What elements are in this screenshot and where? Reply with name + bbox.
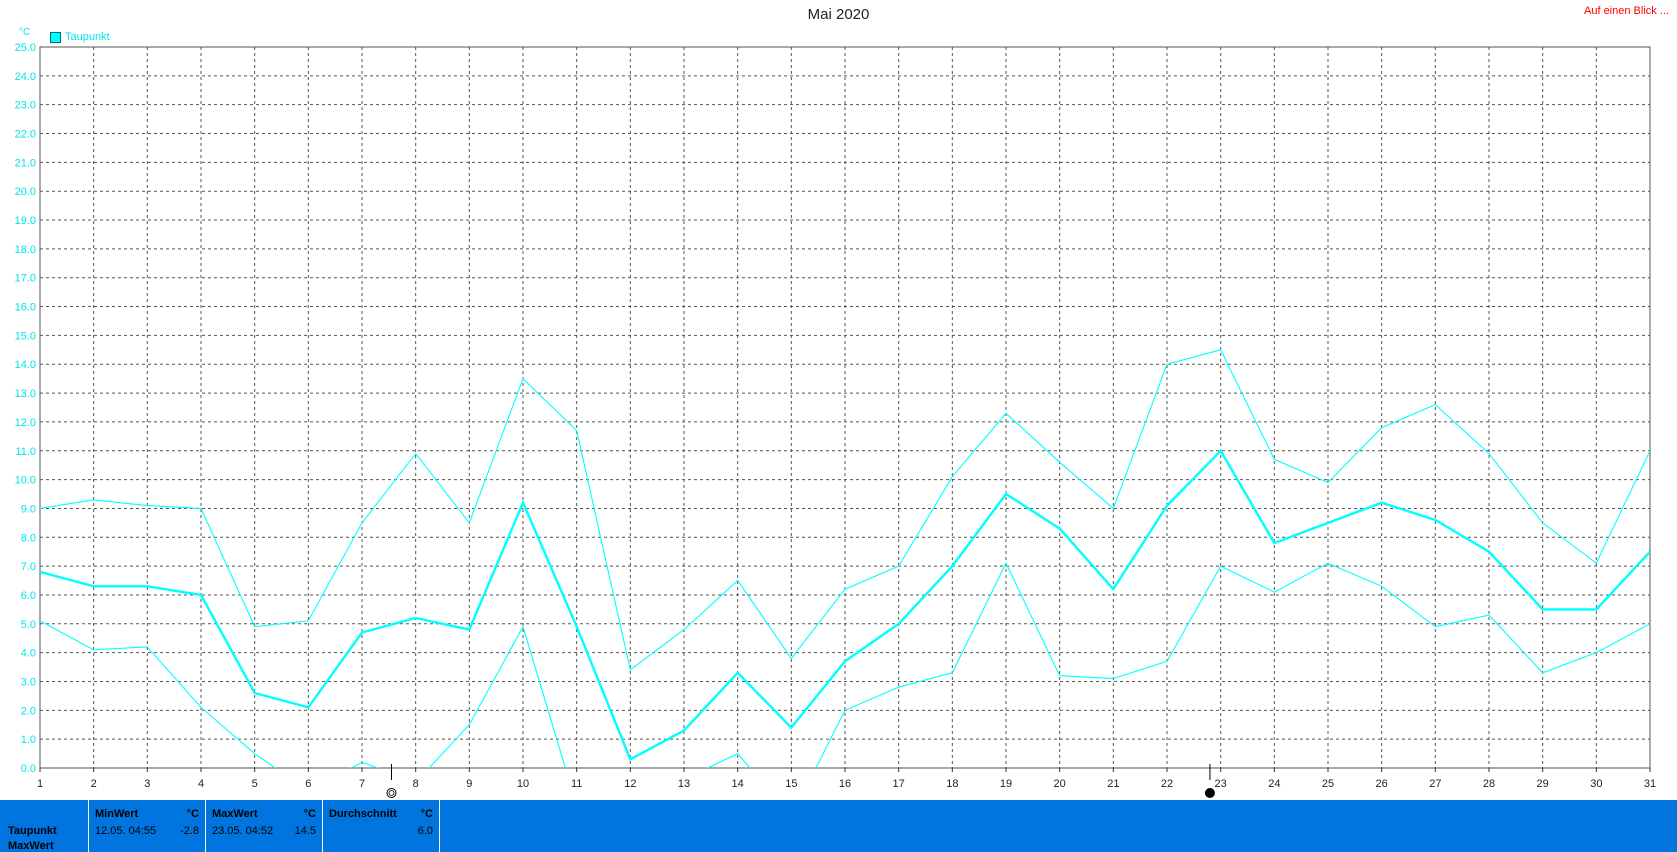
- overview-link[interactable]: Auf einen Blick ...: [1584, 5, 1669, 17]
- x-tick-label: 5: [252, 778, 258, 790]
- x-tick-label: 30: [1590, 778, 1602, 790]
- x-tick-label: 27: [1429, 778, 1441, 790]
- chart-legend[interactable]: Taupunkt: [50, 31, 110, 43]
- avg-value: 6.0: [417, 825, 433, 837]
- avg-header: Durchschnitt: [329, 808, 397, 820]
- average-box: Durchschnitt °C 6.0: [322, 800, 440, 852]
- summary-panel: Taupunkt MaxWert MinWert °C 12.05. 04:55…: [0, 800, 1677, 852]
- y-tick-label: 15.0: [15, 330, 36, 342]
- new-moon-icon: [1204, 788, 1215, 798]
- y-tick-label: 3.0: [21, 676, 36, 688]
- x-tick-label: 24: [1268, 778, 1280, 790]
- y-tick-label: 22.0: [15, 129, 36, 141]
- y-tick-label: 10.0: [15, 475, 36, 487]
- y-tick-label: 13.0: [15, 388, 36, 400]
- y-tick-label: 5.0: [21, 619, 36, 631]
- min-date: 12.05. 04:55: [95, 825, 157, 837]
- y-tick-label: 17.0: [15, 273, 36, 285]
- y-tick-label: 21.0: [15, 157, 36, 169]
- x-tick-label: 29: [1537, 778, 1549, 790]
- x-tick-label: 12: [624, 778, 636, 790]
- y-tick-label: 23.0: [15, 100, 36, 112]
- first-quarter-moon-icon: [386, 788, 397, 798]
- legend-label: Taupunkt: [65, 31, 110, 43]
- y-tick-label: 11.0: [15, 446, 36, 458]
- summary-row-label: MaxWert: [8, 840, 54, 852]
- min-value: -2.8: [180, 825, 199, 837]
- x-tick-label: 9: [466, 778, 472, 790]
- y-tick-label: 25.0: [15, 42, 36, 54]
- max-header: MaxWert: [212, 808, 258, 820]
- x-tick-label: 1: [37, 778, 43, 790]
- x-tick-label: 3: [144, 778, 150, 790]
- x-tick-label: 11: [571, 778, 582, 790]
- x-tick-label: 18: [946, 778, 958, 790]
- x-tick-label: 14: [732, 778, 744, 790]
- y-tick-label: 16.0: [15, 302, 36, 314]
- y-tick-label: 19.0: [15, 215, 36, 227]
- y-tick-label: 4.0: [21, 648, 36, 660]
- x-tick-label: 8: [413, 778, 419, 790]
- y-axis-unit: °C: [19, 27, 31, 38]
- max-date: 23.05. 04:52: [212, 825, 274, 837]
- legend-swatch: [50, 31, 61, 43]
- min-header: MinWert: [95, 808, 139, 820]
- min-unit: °C: [186, 808, 199, 820]
- x-tick-label: 20: [1054, 778, 1066, 790]
- x-tick-label: 15: [785, 778, 797, 790]
- x-tick-label: 25: [1322, 778, 1334, 790]
- avg-unit: °C: [420, 808, 433, 820]
- y-tick-label: 0.0: [21, 763, 36, 775]
- x-tick-label: 31: [1644, 778, 1656, 790]
- dew-point-chart: 0.01.02.03.04.05.06.07.08.09.010.011.012…: [15, 42, 1656, 798]
- max-value: 14.5: [294, 825, 316, 837]
- y-tick-label: 14.0: [15, 359, 36, 371]
- x-tick-label: 13: [678, 778, 690, 790]
- x-tick-label: 4: [198, 778, 204, 790]
- x-tick-label: 21: [1107, 778, 1119, 790]
- x-tick-label: 22: [1161, 778, 1173, 790]
- x-tick-label: 26: [1376, 778, 1388, 790]
- x-tick-label: 2: [91, 778, 97, 790]
- x-tick-label: 10: [517, 778, 529, 790]
- y-tick-label: 8.0: [21, 532, 36, 544]
- y-tick-label: 6.0: [21, 590, 36, 602]
- x-tick-label: 28: [1483, 778, 1495, 790]
- x-tick-label: 6: [305, 778, 311, 790]
- y-tick-label: 9.0: [21, 503, 36, 515]
- y-tick-label: 12.0: [15, 417, 36, 429]
- y-tick-label: 7.0: [21, 561, 36, 573]
- y-tick-label: 2.0: [21, 705, 36, 717]
- x-tick-label: 17: [893, 778, 905, 790]
- x-tick-label: 19: [1000, 778, 1012, 790]
- moon-phase-markers: [386, 764, 1215, 798]
- max-unit: °C: [303, 808, 316, 820]
- min-value-box: MinWert °C 12.05. 04:55 -2.8: [88, 800, 206, 852]
- x-tick-label: 23: [1215, 778, 1227, 790]
- summary-row-label: Taupunkt: [8, 825, 57, 837]
- y-tick-label: 1.0: [21, 734, 36, 746]
- chart-title: Mai 2020: [807, 6, 870, 23]
- max-value-box: MaxWert °C 23.05. 04:52 14.5: [205, 800, 323, 852]
- y-tick-label: 24.0: [15, 71, 36, 83]
- y-tick-label: 18.0: [15, 244, 36, 256]
- x-tick-label: 7: [359, 778, 365, 790]
- y-tick-label: 20.0: [15, 186, 36, 198]
- x-tick-label: 16: [839, 778, 851, 790]
